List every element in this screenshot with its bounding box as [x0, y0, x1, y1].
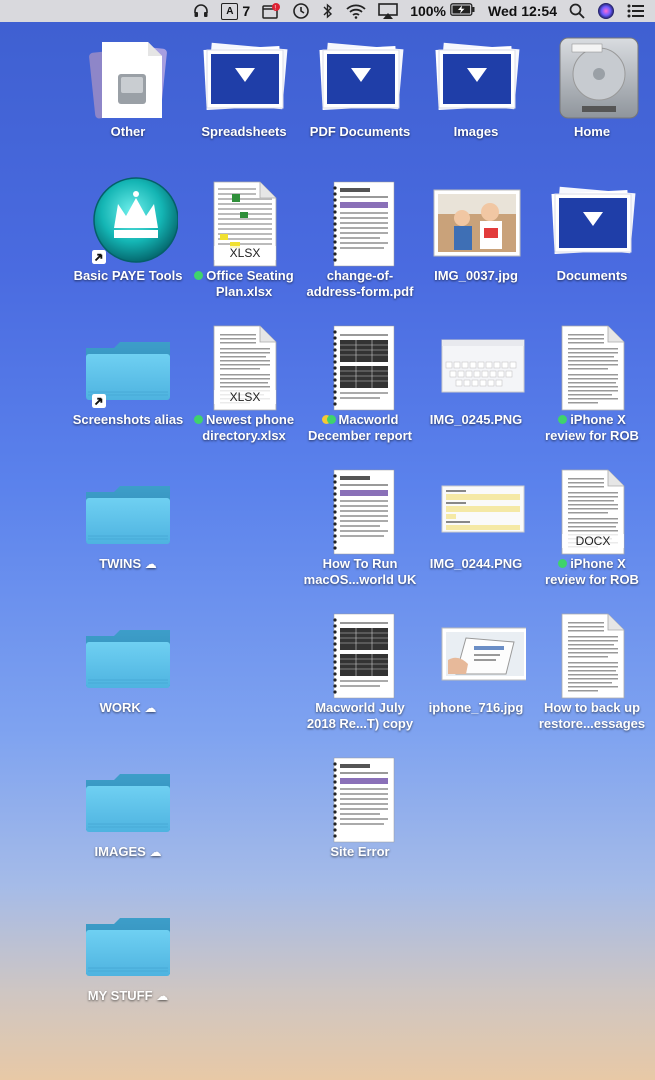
- how-to-run-macos-file[interactable]: How To Run macOS...world UK: [302, 464, 418, 588]
- how-to-back-up-label-2: restore...essages: [538, 716, 646, 731]
- airplay-icon[interactable]: [378, 0, 398, 22]
- stack-icon: [426, 32, 526, 132]
- documents-stack[interactable]: Documents: [534, 176, 650, 284]
- battery-percent: 100%: [410, 3, 446, 19]
- other-icon: [78, 32, 178, 132]
- text-document-icon: [542, 608, 642, 708]
- newest-phone-directory-file[interactable]: XLSX Newest phone directory.xlsx: [186, 320, 302, 444]
- folder-icon: [78, 752, 178, 852]
- change-of-address-form-file[interactable]: change-of-address-form.pdf: [302, 176, 418, 300]
- how-to-back-up-file[interactable]: How to back up restore...essages: [534, 608, 650, 732]
- home-disk[interactable]: Home: [534, 32, 650, 140]
- headphones-icon[interactable]: [193, 0, 209, 22]
- iphone-716-file[interactable]: iphone_716.jpg: [418, 608, 534, 716]
- basic-paye-tools-alias[interactable]: Basic PAYE Tools: [70, 176, 186, 284]
- pdf-file-icon: [310, 176, 410, 276]
- battery-charging-icon: [450, 3, 476, 19]
- hard-drive-icon: [542, 32, 642, 132]
- pdf-documents-stack[interactable]: PDF Documents: [302, 32, 418, 140]
- img-0037-file[interactable]: IMG_0037.jpg: [418, 176, 534, 284]
- screenshot-thumbnail-icon: [426, 464, 526, 564]
- iphone-x-review-1-label-2: review for ROB: [545, 428, 639, 443]
- my-stuff-folder[interactable]: MY STUFF ☁: [70, 896, 186, 1004]
- clock[interactable]: Wed 12:54: [488, 0, 557, 22]
- photo-thumbnail-icon: [426, 176, 526, 276]
- other-stack[interactable]: Other: [70, 32, 186, 140]
- images-stack[interactable]: Images: [418, 32, 534, 140]
- docx-file-icon: DOCX: [542, 464, 642, 564]
- folder-icon: [78, 608, 178, 708]
- calendar-alert-icon[interactable]: !: [262, 0, 281, 22]
- notification-count: 7: [242, 3, 251, 19]
- macworld-july-2018-file[interactable]: Macworld July 2018 Re...T) copy: [302, 608, 418, 732]
- xlsx-file-icon: XLSX: [194, 176, 294, 276]
- menu-bar: A 7 ! 100% Wed 12:54: [0, 0, 655, 22]
- iphone-x-review-docx-file[interactable]: DOCX iPhone Xreview for ROB: [534, 464, 650, 588]
- crown-app-icon: [78, 176, 178, 276]
- wifi-icon[interactable]: [346, 0, 366, 22]
- work-folder[interactable]: WORK ☁: [70, 608, 186, 716]
- img-0244-file[interactable]: IMG_0244.PNG: [418, 464, 534, 572]
- screenshots-alias-folder[interactable]: Screenshots alias: [70, 320, 186, 428]
- stack-icon: [194, 32, 294, 132]
- pdf-file-icon: [310, 320, 410, 420]
- bluetooth-icon[interactable]: [322, 0, 334, 22]
- twins-folder[interactable]: TWINS ☁: [70, 464, 186, 572]
- newest-phone-label-2: directory.xlsx: [202, 428, 286, 443]
- photo-thumbnail-icon: [426, 608, 526, 708]
- site-error-file[interactable]: Site Error: [302, 752, 418, 860]
- img-0245-file[interactable]: IMG_0245.PNG: [418, 320, 534, 428]
- xlsx-badge: XLSX: [214, 390, 276, 404]
- images-folder[interactable]: IMAGES ☁: [70, 752, 186, 860]
- stack-icon: [542, 176, 642, 276]
- folder-icon: [78, 896, 178, 996]
- adobe-notifications[interactable]: A 7: [221, 0, 250, 22]
- battery-status[interactable]: 100%: [410, 0, 476, 22]
- office-seating-plan-file[interactable]: XLSX Office Seating Plan.xlsx: [186, 176, 302, 300]
- iphone-x-review-2-label-2: review for ROB: [545, 572, 639, 587]
- iphone-x-review-text-file[interactable]: iPhone Xreview for ROB: [534, 320, 650, 444]
- alias-arrow-icon: [92, 250, 106, 264]
- macworld-december-report-file[interactable]: Macworld December report: [302, 320, 418, 444]
- pdf-file-icon: [310, 752, 410, 852]
- notification-center-icon[interactable]: [627, 0, 645, 22]
- screenshot-thumbnail-icon: [426, 320, 526, 420]
- pdf-file-icon: [310, 464, 410, 564]
- office-seating-label-2: Plan.xlsx: [215, 284, 273, 299]
- adobe-icon: A: [221, 2, 239, 20]
- macworld-july-label-2: 2018 Re...T) copy: [306, 716, 414, 731]
- time-machine-icon[interactable]: [292, 0, 310, 22]
- siri-icon[interactable]: [597, 0, 615, 22]
- xlsx-badge: XLSX: [214, 246, 276, 260]
- change-of-address-label-2: address-form.pdf: [306, 284, 414, 299]
- folder-icon: [78, 320, 178, 420]
- text-document-icon: [542, 320, 642, 420]
- docx-badge: DOCX: [562, 534, 624, 548]
- clock-text: Wed 12:54: [488, 3, 557, 19]
- folder-icon: [78, 464, 178, 564]
- how-to-run-label-2: macOS...world UK: [303, 572, 417, 587]
- spotlight-search-icon[interactable]: [569, 0, 585, 22]
- pdf-file-icon: [310, 608, 410, 708]
- stack-icon: [310, 32, 410, 132]
- macworld-december-label-2: December report: [307, 428, 413, 443]
- spreadsheets-stack[interactable]: Spreadsheets: [186, 32, 302, 140]
- alias-arrow-icon: [92, 394, 106, 408]
- xlsx-file-icon: XLSX: [194, 320, 294, 420]
